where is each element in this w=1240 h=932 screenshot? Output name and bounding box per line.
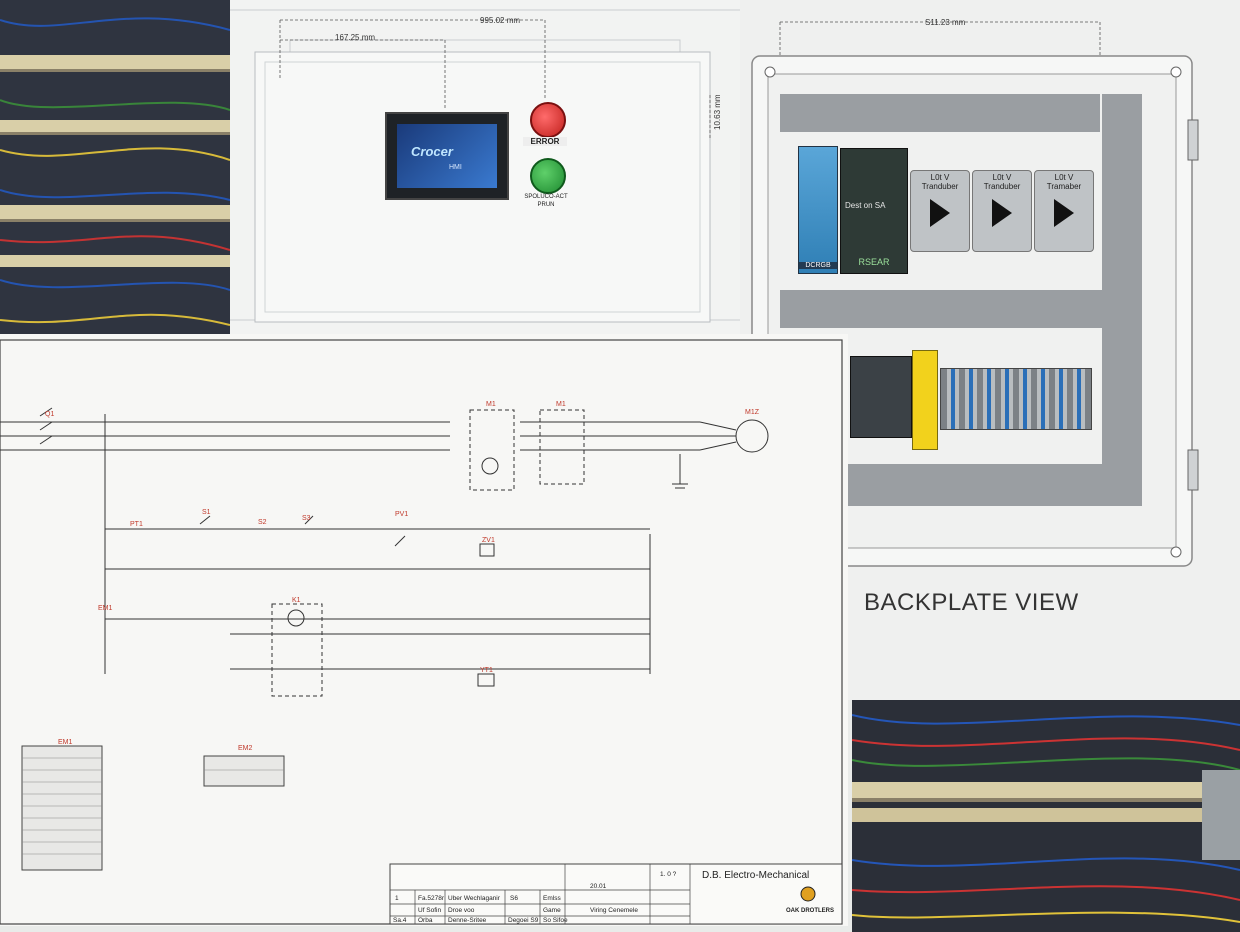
tb-r1c2: Droe voo — [448, 907, 475, 914]
run-label-line2: PRUN — [537, 202, 555, 208]
tb-sheet: 1. 0 ? — [660, 871, 677, 878]
power-supply-1: DCRGB — [798, 146, 838, 274]
ref-m1b: M1 — [556, 401, 566, 408]
transducer-3: L0t V Tramaber — [1034, 170, 1094, 252]
tb-r0c2: Uber Wechlaganir — [448, 895, 501, 902]
transducer-2: L0t V Tranduber — [972, 170, 1032, 252]
ref-pt1: PT1 — [130, 521, 143, 528]
transducer-1: L0t V Tranduber — [910, 170, 970, 252]
dim-left: 167.25 mm — [335, 33, 375, 42]
transducer-1-line2: Tranduber — [921, 182, 959, 191]
transducer-3-line1: L0t V — [1054, 173, 1074, 182]
tb-r0c3: S6 — [510, 895, 518, 902]
plc-module — [850, 356, 912, 438]
run-pushbutton[interactable] — [530, 158, 566, 194]
dim-right: 10.63 mm — [713, 94, 722, 130]
ref-yt1: YT1 — [480, 667, 493, 674]
company-logo-icon — [800, 886, 816, 902]
transducer-3-line2: Tramaber — [1046, 182, 1082, 191]
ref-s3: S3 — [302, 515, 311, 522]
tb-company: D.B. Electro-Mechanical — [702, 870, 809, 881]
tb-r2c1: Orba — [418, 917, 433, 924]
transducer-2-line2: Tranduber — [983, 182, 1021, 191]
wiring-photo-bottom-right-art — [852, 700, 1240, 932]
wiring-photo-top-left — [0, 0, 230, 334]
tb-r1c4: Game — [543, 907, 561, 914]
ref-pv1: PV1 — [395, 511, 408, 518]
error-indicator-lamp — [530, 102, 566, 138]
connector-em1: EM1 — [58, 739, 73, 746]
enclosure-front-view: 995.02 mm 167.25 mm 10.63 mm Crocer HMI … — [230, 0, 750, 334]
psu2-label: RSEAR — [858, 257, 890, 267]
ref-s1: S1 — [202, 509, 211, 516]
tb-r2c2: Denne-Sritee — [448, 917, 487, 924]
backplate-title: BACKPLATE VIEW — [864, 589, 1079, 616]
tb-r0c0: 1 — [395, 895, 399, 902]
psu1-label: DCRGB — [799, 262, 837, 269]
tb-r0c4: Emlss — [543, 895, 561, 902]
play-icon — [1054, 199, 1074, 227]
hmi-touch-panel[interactable]: Crocer HMI — [385, 112, 509, 200]
connector-em2: EM2 — [238, 745, 253, 752]
motor-label: M1Z — [745, 409, 760, 416]
ref-q1: Q1 — [45, 411, 54, 418]
ref-k1: K1 — [292, 597, 301, 604]
tb-date: 20.01 — [590, 883, 607, 890]
ref-s2: S2 — [258, 519, 267, 526]
ref-zv1: ZV1 — [482, 537, 495, 544]
power-supply-2: Dest on SA RSEAR — [840, 148, 908, 274]
ref-em1-coil: EM1 — [98, 605, 113, 612]
wiring-photo-bottom-right — [852, 700, 1240, 932]
tb-project: Viring Cenemele — [590, 907, 638, 914]
terminal-block-row — [940, 368, 1092, 430]
hmi-sub: HMI — [449, 164, 462, 171]
tb-r2c4: So Sifoe — [543, 917, 568, 924]
error-label: ERROR — [523, 137, 567, 146]
tb-logo-text: OAK DROTLERS — [786, 908, 834, 914]
tb-r2c3: Degoei S9 — [508, 917, 539, 924]
ref-m1a: M1 — [486, 401, 496, 408]
schematic-sheet: Q1 M1 M1 S1 S2 PT1 S3 PV1 ZV1 K1 YT1 EM1… — [0, 334, 848, 926]
play-icon — [992, 199, 1012, 227]
ethernet-switch — [912, 350, 938, 450]
wiring-photo-top-left-art — [0, 0, 230, 334]
schematic-labels: Q1 M1 M1 S1 S2 PT1 S3 PV1 ZV1 K1 YT1 EM1… — [45, 401, 834, 924]
tb-r0c1: Fa.5278r — [418, 895, 445, 902]
hmi-brand: Crocer — [411, 144, 453, 159]
run-label-line1: SPOLUCO-ACT — [524, 194, 568, 200]
dim-total: 995.02 mm — [480, 16, 520, 25]
dim-top: S11.23 mm — [925, 18, 966, 27]
transducer-2-line1: L0t V — [992, 173, 1012, 182]
hmi-screen: Crocer HMI — [397, 124, 497, 188]
transducer-1-line1: L0t V — [930, 173, 950, 182]
play-icon — [930, 199, 950, 227]
psu2-brand: Dest on SA — [845, 201, 886, 210]
tb-r1c1: Uf Sofin — [418, 907, 442, 914]
tb-r2c0: Sa.4 — [393, 917, 407, 924]
